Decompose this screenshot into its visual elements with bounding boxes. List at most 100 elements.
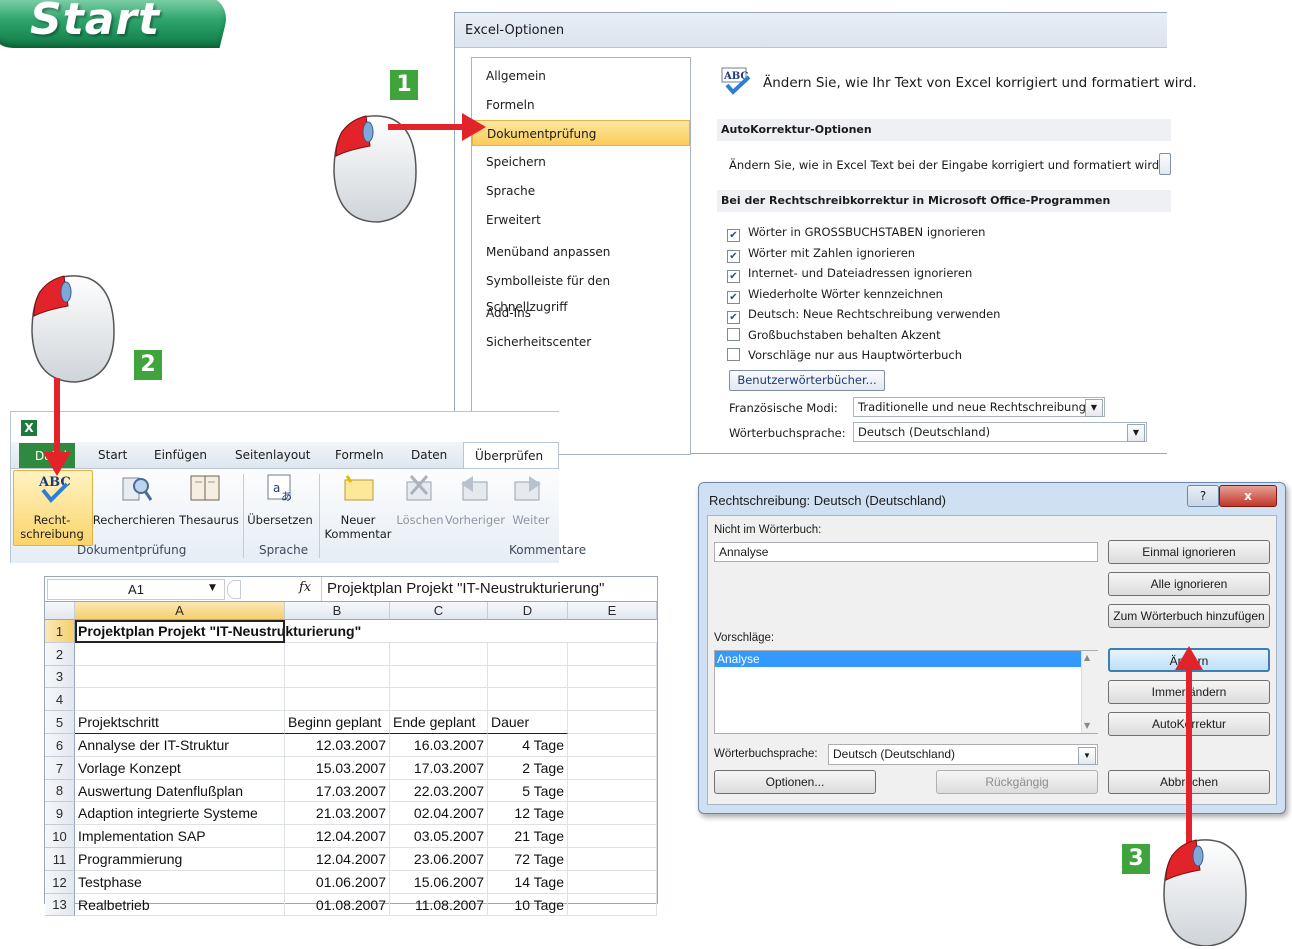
next-comment-button[interactable]: Weiter [507,513,555,527]
chevron-down-icon[interactable]: ▼ [1085,399,1103,417]
sheet-cell[interactable] [488,688,568,711]
delete-comment-button[interactable]: Löschen [395,513,445,527]
nav-item-addins[interactable]: Add-Ins [472,300,690,326]
column-header-b[interactable]: B [285,602,390,620]
sheet-cell[interactable] [568,871,657,894]
sheet-cell[interactable]: Testphase [75,871,285,894]
column-heading-cell[interactable]: Ende geplant [390,711,488,734]
nav-item-menueband[interactable]: Menüband anpassen [472,239,690,265]
sheet-cell[interactable] [75,666,285,688]
sheet-cell[interactable]: 72 Tage [488,848,568,871]
suggestion-item[interactable]: Analyse [715,651,1081,667]
row-header[interactable]: 13 [45,894,75,916]
checkbox-uppercase[interactable]: ✔ [727,229,740,242]
sheet-cell[interactable] [568,825,657,848]
new-comment-label-1[interactable]: Neuer [323,513,393,527]
checkbox-row-uppercase[interactable]: ✔ Wörter in GROSSBUCHSTABEN ignorieren [727,225,985,243]
sheet-cell[interactable]: Adaption integrierte Systeme [75,802,285,825]
sheet-cell[interactable]: 03.05.2007 [390,825,488,848]
sheet-cell[interactable] [568,643,657,666]
scroll-up-icon[interactable]: ▲ [1084,653,1090,662]
sheet-cell[interactable] [75,643,285,666]
sheet-cell[interactable]: 2 Tage [488,757,568,780]
sheet-cell[interactable]: 10 Tage [488,894,568,916]
previous-comment-button[interactable]: Vorheriger [445,513,505,527]
sheet-cell[interactable]: 12.04.2007 [285,825,390,848]
row-header[interactable]: 2 [45,643,75,666]
tab-einfuegen[interactable]: Einfügen [154,448,207,462]
sheet-cell[interactable] [488,643,568,666]
sheet-cell[interactable]: 23.06.2007 [390,848,488,871]
sheet-cell[interactable]: 5 Tage [488,780,568,802]
nav-item-dokumentpruefung[interactable]: Dokumentprüfung [472,120,690,146]
sheet-cell[interactable]: 4 Tage [488,734,568,757]
sheet-cell[interactable] [390,643,488,666]
autocorrect-options-button[interactable] [1159,153,1171,175]
dict-language-select[interactable]: Deutsch (Deutschland) ▼ [853,422,1147,442]
row-header[interactable]: 12 [45,871,75,894]
nav-item-allgemein[interactable]: Allgemein [472,63,690,89]
column-heading-cell[interactable]: Dauer [488,711,568,734]
name-box[interactable]: A1 [47,579,225,600]
sheet-cell[interactable] [488,666,568,688]
sheet-cell[interactable]: 15.03.2007 [285,757,390,780]
tab-daten[interactable]: Daten [411,448,447,462]
sheet-cell[interactable] [390,620,488,643]
sheet-cell[interactable]: 16.03.2007 [390,734,488,757]
tab-seitenlayout[interactable]: Seitenlayout [235,448,310,462]
ignore-once-button[interactable]: Einmal ignorieren [1108,540,1270,564]
sheet-cell[interactable]: 01.08.2007 [285,894,390,916]
row-header[interactable]: 8 [45,780,75,802]
custom-dictionaries-button[interactable]: Benutzerwörterbücher... [729,370,885,391]
nav-item-erweitert[interactable]: Erweitert [472,207,690,233]
sheet-cell[interactable]: 15.06.2007 [390,871,488,894]
formula-input[interactable]: Projektplan Projekt "IT-Neustrukturierun… [327,580,604,597]
checkbox-row-new-spelling[interactable]: ✔ Deutsch: Neue Rechtschreibung verwenden [727,307,1000,325]
thesaurus-button[interactable]: Thesaurus [177,513,241,527]
undo-button[interactable]: Rückgängig [936,770,1098,794]
sheet-cell[interactable]: Implementation SAP [75,825,285,848]
nav-item-formeln[interactable]: Formeln [472,92,690,118]
checkbox-repeated[interactable]: ✔ [727,291,740,304]
sheet-cell[interactable]: 01.06.2007 [285,871,390,894]
sheet-cell[interactable] [568,620,657,643]
sheet-cell[interactable] [488,620,568,643]
sheet-cell[interactable] [75,688,285,711]
scroll-down-icon[interactable]: ▼ [1084,721,1090,730]
row-header[interactable]: 5 [45,711,75,734]
sheet-cell[interactable]: 21.03.2007 [285,802,390,825]
chevron-down-icon[interactable]: ▼ [1078,747,1096,765]
checkbox-row-main-dict[interactable]: Vorschläge nur aus Hauptwörterbuch [727,348,962,366]
sheet-cell[interactable]: Annalyse der IT-Struktur [75,734,285,757]
sheet-cell[interactable] [285,666,390,688]
add-to-dictionary-button[interactable]: Zum Wörterbuch hinzufügen [1108,604,1270,628]
chevron-down-icon[interactable]: ▼ [209,583,216,593]
formula-bar-handle[interactable] [227,580,241,599]
sheet-cell[interactable]: Vorlage Konzept [75,757,285,780]
sheet-cell[interactable]: 12.04.2007 [285,848,390,871]
row-header[interactable]: 7 [45,757,75,780]
column-header-d[interactable]: D [488,602,568,620]
sheet-cell[interactable] [568,666,657,688]
sheet-cell[interactable]: 17.03.2007 [390,757,488,780]
row-header[interactable]: 11 [45,848,75,871]
nav-item-sprache[interactable]: Sprache [472,178,690,204]
checkbox-row-accent[interactable]: Großbuchstaben behalten Akzent [727,328,941,346]
help-button[interactable]: ? [1187,485,1219,507]
sheet-cell[interactable]: 11.08.2007 [390,894,488,916]
sheet-cell[interactable]: Realbetrieb [75,894,285,916]
row-header[interactable]: 3 [45,666,75,688]
not-in-dict-field[interactable]: Annalyse [714,542,1098,562]
checkbox-new-spelling[interactable]: ✔ [727,311,740,324]
sheet-cell[interactable]: 22.03.2007 [390,780,488,802]
tab-start[interactable]: Start [98,448,127,462]
sheet-cell[interactable] [568,780,657,802]
checkbox-accent[interactable] [727,328,740,341]
close-button[interactable]: x [1219,485,1277,507]
fx-icon[interactable]: fx [299,580,311,595]
checkbox-internet[interactable]: ✔ [727,270,740,283]
french-modes-select[interactable]: Traditionelle und neue Rechtschreibung ▼ [853,397,1105,417]
sheet-cell[interactable] [568,802,657,825]
chevron-down-icon[interactable]: ▼ [1127,424,1145,442]
row-header[interactable]: 6 [45,734,75,757]
